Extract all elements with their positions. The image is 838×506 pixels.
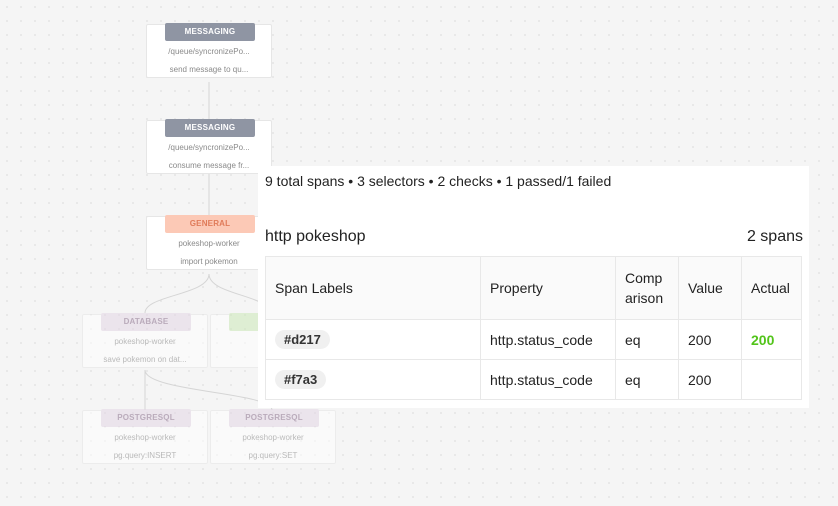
cell-property: http.status_code (480, 319, 616, 360)
column-header-value: Value (678, 256, 742, 320)
table-header-row: Span Labels Property Comp arison Value A… (265, 256, 802, 320)
span-node-operation: save pokemon on dat... (103, 355, 187, 364)
span-node-operation: consume message fr... (168, 161, 250, 170)
span-node-operation: pg.query:INSERT (113, 451, 177, 460)
span-node-name: /queue/syncronizePo... (168, 143, 250, 152)
test-summary: 9 total spans • 3 selectors • 2 checks •… (265, 173, 612, 189)
span-node-operation: pg.query:SET (248, 451, 298, 460)
checks-table: Span Labels Property Comp arison Value A… (265, 256, 802, 400)
cell-actual: 200 (741, 319, 802, 360)
span-node-name: /queue/syncronizePo... (168, 47, 250, 56)
cell-actual (741, 359, 802, 400)
span-label-chip[interactable]: #d217 (275, 330, 330, 349)
cell-value: 200 (678, 359, 742, 400)
span-type-badge: MESSAGING (165, 119, 255, 137)
cell-property: http.status_code (480, 359, 616, 400)
span-node-general[interactable]: GENERAL pokeshop-worker import pokemon (146, 215, 272, 270)
span-label-chip[interactable]: #f7a3 (275, 370, 327, 389)
span-node-operation: import pokemon (180, 257, 238, 266)
column-header-property: Property (480, 256, 616, 320)
column-header-comparison: Comp arison (615, 256, 679, 320)
span-node-database[interactable]: DATABASE pokeshop-worker save pokemon on… (82, 313, 208, 368)
cell-span-label: #f7a3 (265, 359, 481, 400)
actual-value-passed: 200 (751, 331, 775, 348)
span-type-badge: DATABASE (101, 313, 191, 331)
span-type-badge: MESSAGING (165, 23, 255, 41)
span-node-name: pokeshop-worker (114, 337, 176, 346)
column-header-actual: Actual (741, 256, 802, 320)
cell-span-label: #d217 (265, 319, 481, 360)
table-row[interactable]: #f7a3 http.status_code eq 200 (265, 359, 802, 400)
selector-span-count: 2 spans (746, 228, 803, 245)
span-node-postgres-insert[interactable]: POSTGRESQL pokeshop-worker pg.query:INSE… (82, 409, 208, 464)
span-node-name: pokeshop-worker (114, 433, 176, 442)
cell-value: 200 (678, 319, 742, 360)
span-node-name: pokeshop-worker (178, 239, 240, 248)
span-node-operation: send message to qu... (169, 65, 249, 74)
span-node-messaging-consume[interactable]: MESSAGING /queue/syncronizePo... consume… (146, 119, 272, 174)
test-results-panel: 9 total spans • 3 selectors • 2 checks •… (258, 166, 809, 408)
selector-title[interactable]: http pokeshop (265, 228, 366, 246)
span-type-badge: GENERAL (165, 215, 255, 233)
span-node-messaging-send[interactable]: MESSAGING /queue/syncronizePo... send me… (146, 23, 272, 78)
span-node-postgres-set[interactable]: POSTGRESQL pokeshop-worker pg.query:SET (210, 409, 336, 464)
span-type-badge: POSTGRESQL (101, 409, 191, 427)
span-type-badge: POSTGRESQL (229, 409, 319, 427)
table-row[interactable]: #d217 http.status_code eq 200 200 (265, 319, 802, 360)
cell-comparison: eq (615, 319, 679, 360)
span-node-name: pokeshop-worker (242, 433, 304, 442)
cell-comparison: eq (615, 359, 679, 400)
column-header-span-labels: Span Labels (265, 256, 481, 320)
